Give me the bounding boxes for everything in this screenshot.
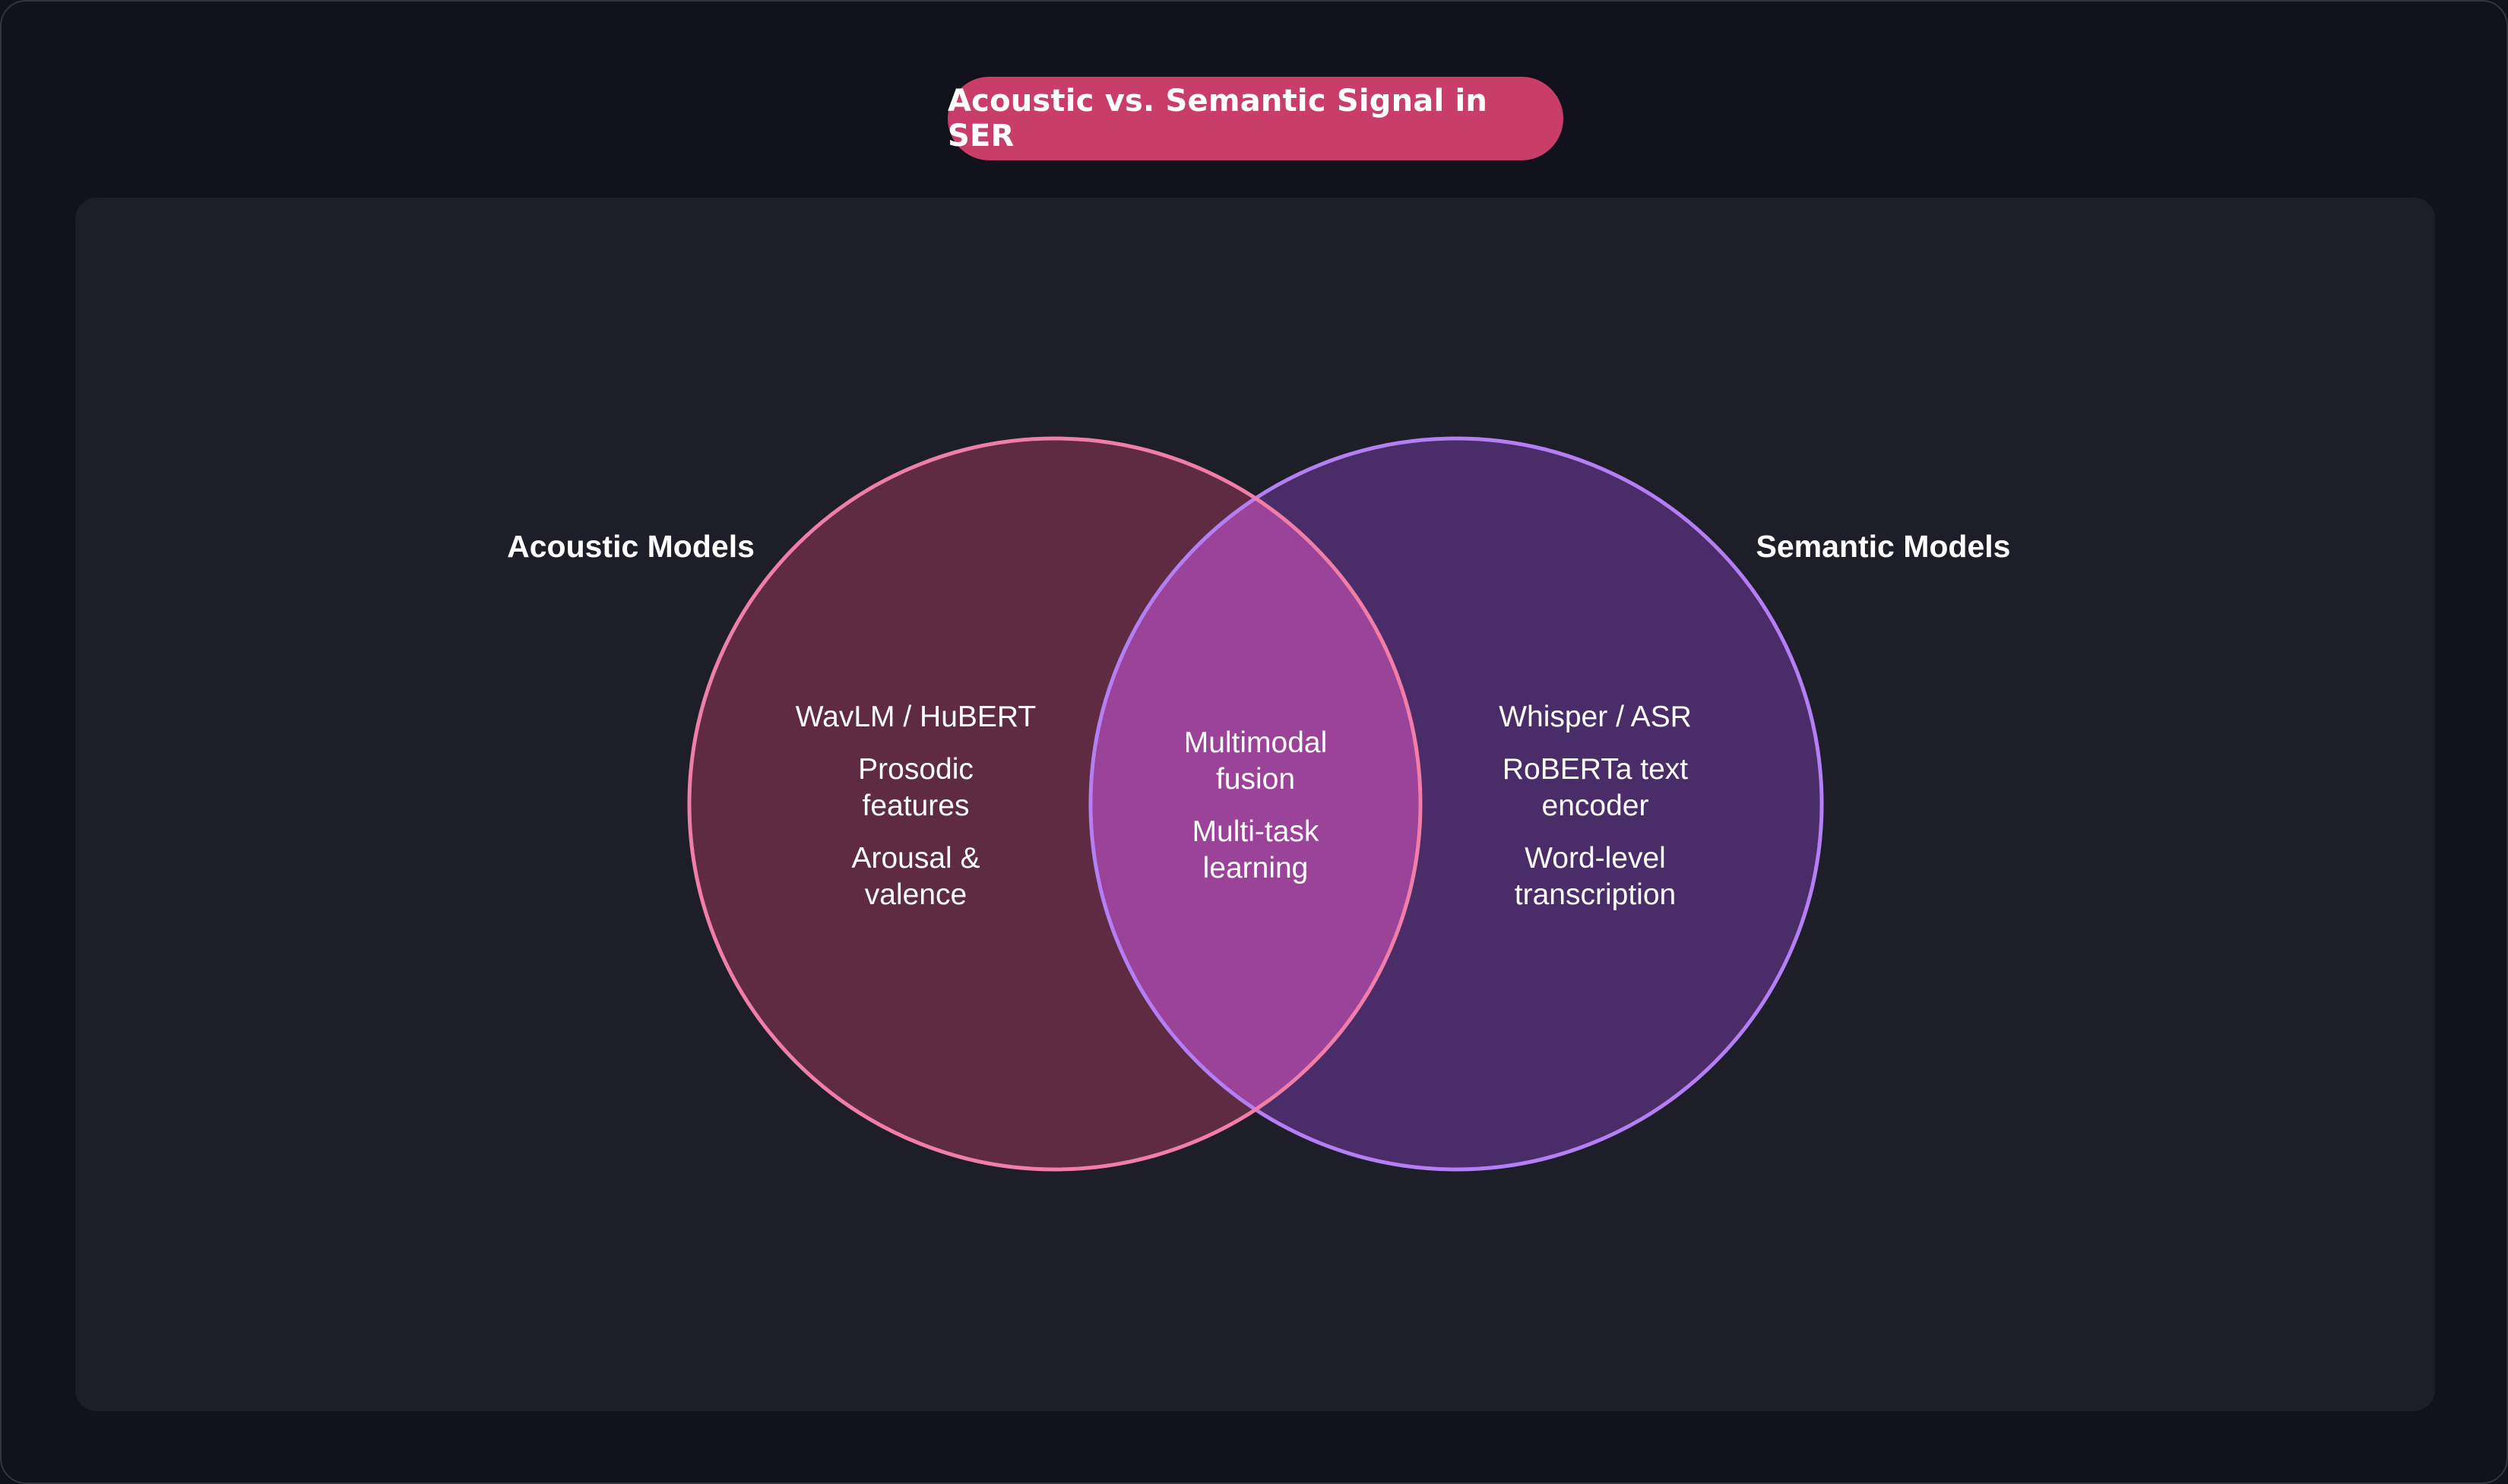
overlap-item: learning: [1203, 852, 1309, 884]
semantic-item: transcription: [1515, 878, 1676, 911]
semantic-item: Whisper / ASR: [1499, 701, 1692, 733]
acoustic-models-label: Acoustic Models: [507, 529, 755, 564]
venn-diagram: Acoustic Models Semantic Models WavLM / …: [507, 436, 2011, 1172]
overlap-item: fusion: [1216, 763, 1295, 796]
semantic-item: RoBERTa text: [1503, 753, 1688, 786]
acoustic-item: Arousal &: [851, 842, 980, 875]
acoustic-item: Prosodic: [858, 753, 974, 786]
overlap-item: Multi-task: [1192, 815, 1319, 848]
semantic-item: Word-level: [1525, 842, 1666, 875]
acoustic-item: valence: [865, 878, 967, 911]
acoustic-item: WavLM / HuBERT: [796, 701, 1036, 733]
acoustic-item: features: [863, 789, 970, 822]
semantic-item: encoder: [1542, 789, 1649, 822]
semantic-models-label: Semantic Models: [1756, 529, 2011, 564]
overlap-item: Multimodal: [1184, 726, 1328, 759]
canvas-frame: Acoustic vs. Semantic Signal in SER Acou…: [0, 0, 2508, 1484]
